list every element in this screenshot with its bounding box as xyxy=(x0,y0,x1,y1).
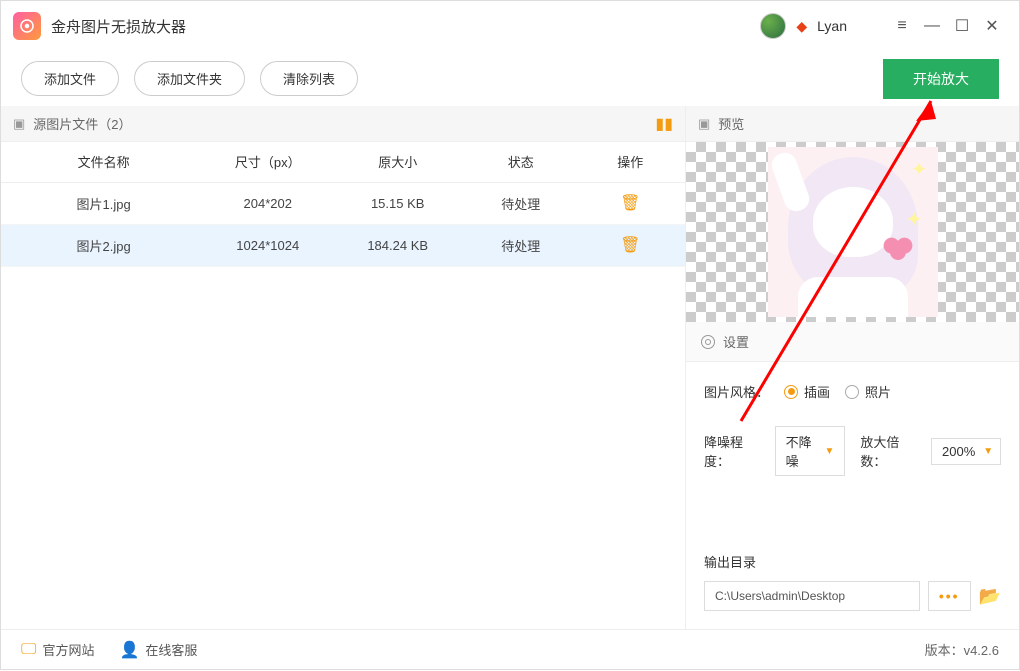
footer: 🖵 官方网站 👤 在线客服 版本：v4.2.6 xyxy=(1,629,1019,669)
username-label[interactable]: Lyan xyxy=(817,18,847,34)
noise-label: 降噪程度： xyxy=(704,432,760,470)
toolbar: 添加文件 添加文件夹 清除列表 开始放大 xyxy=(1,51,1019,106)
cell-name: 图片1.jpg xyxy=(1,182,206,224)
source-files-label: 源图片文件（2） xyxy=(33,114,131,133)
col-action: 操作 xyxy=(576,142,685,182)
view-toggle-icon[interactable]: ▮▮ xyxy=(655,114,673,134)
official-site-link[interactable]: 🖵 官方网站 xyxy=(21,640,94,659)
style-photo-radio[interactable]: 照片 xyxy=(845,382,891,401)
file-table: 文件名称 尺寸（px） 原大小 状态 操作 图片1.jpg 204*202 15… xyxy=(1,142,685,267)
scale-label: 放大倍数： xyxy=(860,432,916,470)
browse-button[interactable]: ••• xyxy=(928,581,971,611)
support-icon: 👤 xyxy=(119,640,139,660)
titlebar: 金舟图片无损放大器 ◆ Lyan ≡ — ☐ ✕ xyxy=(1,1,1019,51)
col-size: 尺寸（px） xyxy=(206,142,329,182)
chevron-down-icon: ▼ xyxy=(824,446,834,457)
preview-image: ✦ ✦ xyxy=(768,147,938,317)
radio-icon xyxy=(845,385,859,399)
table-row[interactable]: 图片2.jpg 1024*1024 184.24 KB 待处理 🗑 xyxy=(1,224,685,266)
scale-select[interactable]: 200% ▼ xyxy=(931,438,1001,465)
file-list-pane: ▣ 源图片文件（2） ▮▮ 文件名称 尺寸（px） 原大小 状态 操作 图片1.… xyxy=(1,106,686,629)
delete-icon[interactable]: 🗑 xyxy=(620,195,640,212)
col-status: 状态 xyxy=(466,142,575,182)
app-title: 金舟图片无损放大器 xyxy=(51,16,186,37)
table-header-row: 文件名称 尺寸（px） 原大小 状态 操作 xyxy=(1,142,685,182)
preview-icon: ▣ xyxy=(698,116,710,132)
gear-icon xyxy=(701,335,715,349)
preview-label: 预览 xyxy=(718,114,744,133)
settings-header: 设置 xyxy=(686,322,1019,362)
preview-area: ✦ ✦ xyxy=(686,142,1019,322)
style-label: 图片风格： xyxy=(704,382,769,401)
monitor-icon: 🖵 xyxy=(21,641,36,659)
cell-status: 待处理 xyxy=(466,224,575,266)
add-folder-button[interactable]: 添加文件夹 xyxy=(134,61,245,96)
close-button[interactable]: ✕ xyxy=(977,11,1007,41)
image-style-row: 图片风格： 插画 照片 xyxy=(704,382,1001,401)
source-files-header: ▣ 源图片文件（2） ▮▮ xyxy=(1,106,685,142)
start-enlarge-button[interactable]: 开始放大 xyxy=(883,59,999,99)
online-support-link[interactable]: 👤 在线客服 xyxy=(119,640,197,660)
cell-status: 待处理 xyxy=(466,182,575,224)
menu-button[interactable]: ≡ xyxy=(887,11,917,41)
open-folder-icon[interactable]: 📂 xyxy=(979,586,1001,607)
app-logo-icon xyxy=(13,12,41,40)
vip-diamond-icon: ◆ xyxy=(796,18,807,35)
image-icon: ▣ xyxy=(13,116,25,132)
output-path-input[interactable] xyxy=(704,581,920,611)
cell-original-size: 184.24 KB xyxy=(329,224,466,266)
output-dir-label: 输出目录 xyxy=(704,552,1001,571)
col-original-size: 原大小 xyxy=(329,142,466,182)
col-name: 文件名称 xyxy=(1,142,206,182)
add-file-button[interactable]: 添加文件 xyxy=(21,61,119,96)
user-avatar[interactable] xyxy=(760,13,786,39)
table-row[interactable]: 图片1.jpg 204*202 15.15 KB 待处理 🗑 xyxy=(1,182,685,224)
version-label: 版本：v4.2.6 xyxy=(925,640,999,659)
noise-scale-row: 降噪程度： 不降噪 ▼ 放大倍数： 200% ▼ xyxy=(704,426,1001,476)
style-illustration-radio[interactable]: 插画 xyxy=(784,382,830,401)
settings-label: 设置 xyxy=(723,332,749,351)
preview-header: ▣ 预览 xyxy=(686,106,1019,142)
cell-name: 图片2.jpg xyxy=(1,224,206,266)
delete-icon[interactable]: 🗑 xyxy=(620,237,640,254)
cell-original-size: 15.15 KB xyxy=(329,182,466,224)
radio-icon xyxy=(784,385,798,399)
cell-size: 204*202 xyxy=(206,182,329,224)
maximize-button[interactable]: ☐ xyxy=(947,11,977,41)
cell-size: 1024*1024 xyxy=(206,224,329,266)
minimize-button[interactable]: — xyxy=(917,11,947,41)
clear-list-button[interactable]: 清除列表 xyxy=(260,61,358,96)
chevron-down-icon: ▼ xyxy=(983,446,993,457)
noise-select[interactable]: 不降噪 ▼ xyxy=(775,426,846,476)
right-pane: ▣ 预览 ✦ ✦ 设置 图片风格： 插画 xyxy=(686,106,1019,629)
output-section: 输出目录 ••• 📂 xyxy=(686,552,1019,629)
